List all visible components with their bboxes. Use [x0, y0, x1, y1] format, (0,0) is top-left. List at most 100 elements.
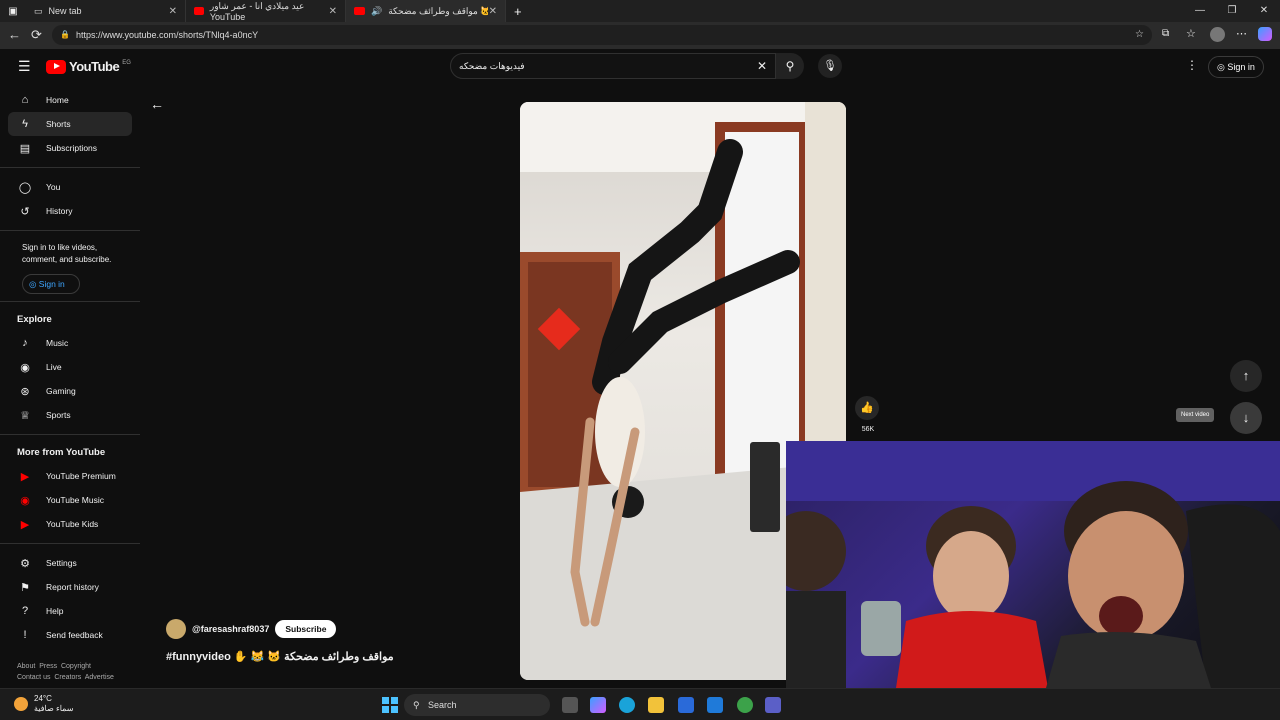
close-tab-icon[interactable]: ✕	[329, 6, 337, 17]
sidebar-item-settings[interactable]: ⚙ Settings	[0, 551, 140, 575]
sidebar-item-you[interactable]: ◯ You	[0, 175, 140, 199]
restore-icon[interactable]: ❐	[1216, 0, 1248, 22]
music-icon: ♪	[22, 337, 28, 349]
favorites-icon[interactable]: ☆	[1186, 27, 1196, 40]
windows-start-icon[interactable]	[382, 697, 398, 713]
close-tab-icon[interactable]: ✕	[169, 6, 177, 17]
edge-browser-icon[interactable]	[619, 697, 635, 713]
tab-youtube-birthday[interactable]: عيد ميلادي انا - عمر شاور YouTube ✕	[186, 0, 346, 22]
video-title[interactable]: #funnyvideo ✋ 😹 🐱 مواقف وطرائف مضحكة	[166, 650, 394, 663]
window-controls: — ❐ ✕	[1184, 0, 1280, 22]
sign-in-button[interactable]: ◎ Sign in	[1208, 56, 1264, 78]
sidebar-item-sports[interactable]: ♕ Sports	[0, 403, 140, 427]
sidebar-item-history[interactable]: ↺ History	[0, 199, 140, 223]
close-window-icon[interactable]: ✕	[1248, 0, 1280, 22]
copilot-app-icon[interactable]	[590, 697, 606, 713]
sidebar-sign-in-button[interactable]: ◎ Sign in	[22, 274, 80, 294]
url-field[interactable]: 🔒 https://www.youtube.com/shorts/TNlq4-a…	[52, 25, 1152, 45]
sidebar-item-label: Music	[46, 338, 69, 348]
sidebar-item-send-feedback[interactable]: ! Send feedback	[0, 623, 140, 647]
footer-link[interactable]: Advertise	[85, 674, 114, 681]
sidebar-item-music[interactable]: ♪ Music	[0, 331, 140, 355]
footer-link[interactable]: About	[17, 663, 35, 670]
webcam-scene	[786, 441, 1280, 688]
search-input[interactable]: فيديوهات مضحكه ✕	[450, 53, 776, 79]
footer-link[interactable]: Press	[39, 663, 57, 670]
subscribe-button[interactable]: Subscribe	[275, 620, 337, 638]
search-button[interactable]: ⚲	[776, 53, 804, 79]
next-video-button[interactable]: ↓	[1230, 402, 1262, 434]
sidebar-item-youtube-music[interactable]: ◉ YouTube Music	[0, 488, 140, 512]
sidebar-item-label: Sports	[46, 410, 71, 420]
speaker-icon[interactable]: 🔊	[371, 6, 382, 17]
tab-title: عيد ميلادي انا - عمر شاور YouTube	[209, 0, 305, 22]
sign-in-label: Sign in	[38, 279, 65, 289]
close-tab-icon[interactable]: ✕	[489, 6, 497, 17]
file-explorer-icon[interactable]	[648, 697, 664, 713]
hamburger-menu-icon[interactable]: ☰	[18, 58, 31, 75]
back-icon[interactable]: ←	[8, 27, 21, 43]
sidebar-item-shorts[interactable]: ϟ Shorts	[8, 112, 132, 136]
back-arrow-icon[interactable]: ←	[150, 96, 164, 112]
sidebar-item-subscriptions[interactable]: ▤ Subscriptions	[0, 136, 140, 160]
sidebar-item-youtube-premium[interactable]: ▶ YouTube Premium	[0, 464, 140, 488]
browser-menu-icon[interactable]: ▣	[0, 6, 26, 17]
sidebar-item-label: Help	[46, 606, 64, 616]
favorite-star-icon[interactable]: ☆	[1135, 25, 1144, 45]
sidebar-item-label: You	[46, 182, 61, 192]
red-shirt	[896, 611, 1048, 688]
sidebar-item-report-history[interactable]: ⚑ Report history	[0, 575, 140, 599]
weather-sun-icon	[14, 697, 28, 711]
youtube-logo[interactable]: YouTube EG	[46, 59, 131, 74]
sidebar-item-label: YouTube Kids	[46, 519, 99, 529]
extensions-icon[interactable]: ⧉	[1162, 28, 1169, 39]
copilot-icon[interactable]	[1258, 27, 1272, 41]
signin-note: Sign in to like videos, comment, and sub…	[22, 243, 112, 264]
chrome-icon[interactable]	[737, 697, 753, 713]
url-text: https://www.youtube.com/shorts/TNlq4-a0n…	[76, 30, 259, 40]
webcam-overlay	[786, 441, 1280, 688]
youtube-favicon-icon	[354, 7, 365, 15]
youtube-kids-icon: ▶	[20, 518, 30, 531]
sidebar-item-youtube-kids[interactable]: ▶ YouTube Kids	[0, 512, 140, 536]
mail-icon[interactable]	[707, 697, 723, 713]
thumbs-up-icon: 👍	[860, 402, 874, 414]
avatar[interactable]	[166, 619, 186, 639]
settings-kebab-icon[interactable]: ⋮	[1186, 58, 1198, 72]
sidebar-item-home[interactable]: ⌂ Home	[0, 88, 140, 112]
sign-in-label: Sign in	[1227, 62, 1255, 72]
divider	[0, 301, 140, 302]
voice-search-button[interactable]: 🎙	[818, 54, 842, 78]
previous-video-button[interactable]: ↑	[1230, 360, 1262, 392]
sidebar-item-help[interactable]: ? Help	[0, 599, 140, 623]
explore-title: Explore	[17, 314, 52, 325]
teams-icon[interactable]	[765, 697, 781, 713]
sidebar-item-live[interactable]: ◉ Live	[0, 355, 140, 379]
like-button[interactable]: 👍	[855, 396, 879, 420]
logo-text: YouTube	[69, 59, 120, 74]
more-options-icon[interactable]: ⋯	[1236, 27, 1247, 40]
footer-link[interactable]: Creators	[54, 674, 81, 681]
footer-link[interactable]: Copyright	[61, 663, 91, 670]
task-view-icon[interactable]	[562, 697, 578, 713]
sidebar-item-label: YouTube Premium	[46, 471, 116, 481]
tab-new-tab[interactable]: ▭ New tab ✕	[26, 0, 186, 22]
new-tab-plus-icon[interactable]: +	[514, 4, 522, 19]
youtube-music-icon: ◉	[20, 494, 30, 507]
tab-active-short[interactable]: 🔊 مواقف وطرائف مضحكة 🐱😹 - ✕	[346, 0, 506, 22]
flag-icon: ⚑	[20, 581, 30, 594]
refresh-icon[interactable]: ⟳	[31, 27, 42, 43]
profile-icon[interactable]	[1210, 27, 1225, 42]
weather-widget[interactable]: 24°C سماء صافية	[14, 694, 74, 714]
divider	[0, 543, 140, 544]
channel-name[interactable]: @faresashraf8037	[192, 624, 269, 634]
home-icon: ⌂	[21, 94, 29, 106]
store-icon[interactable]	[678, 697, 694, 713]
minimize-icon[interactable]: —	[1184, 0, 1216, 22]
taskbar-search[interactable]: ⚲ Search	[404, 694, 550, 716]
region-code: EG	[122, 59, 131, 66]
sidebar-item-gaming[interactable]: ⊛ Gaming	[0, 379, 140, 403]
footer-link[interactable]: Contact us	[17, 674, 50, 681]
clear-search-icon[interactable]: ✕	[757, 54, 767, 78]
arrow-up-icon: ↑	[1242, 368, 1250, 383]
